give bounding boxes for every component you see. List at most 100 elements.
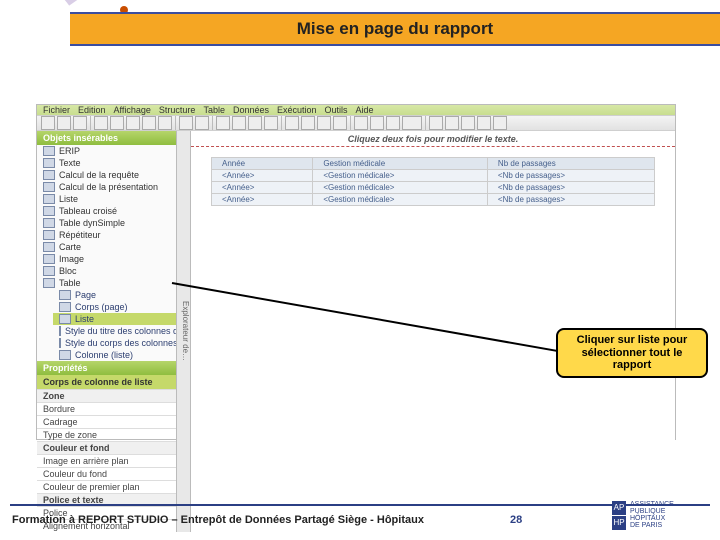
border-icon[interactable] [445, 116, 459, 130]
menu-item[interactable]: Table [203, 105, 225, 115]
table-cell[interactable]: <Gestion médicale> [313, 194, 488, 206]
toolbar [37, 115, 675, 131]
properties-panel: Zone Bordure Cadrage Type de zone Couleu… [37, 389, 176, 532]
tree-label: Carte [59, 242, 81, 252]
item-icon [43, 146, 55, 156]
style-icon [59, 338, 61, 348]
table-icon [43, 218, 55, 228]
footer-text: Formation à REPORT STUDIO – Entrepôt de … [0, 514, 424, 526]
tree-label: Texte [59, 158, 81, 168]
tree-item[interactable]: Tableau croisé [37, 205, 176, 217]
copy-icon[interactable] [110, 116, 124, 130]
sort-icon[interactable] [264, 116, 278, 130]
italic-icon[interactable] [370, 116, 384, 130]
tree-item[interactable]: Style du titre des colonnes de la liste [53, 325, 176, 337]
undo-icon[interactable] [142, 116, 156, 130]
tree-item[interactable]: Carte [37, 241, 176, 253]
calc-icon [43, 182, 55, 192]
bold-icon[interactable] [354, 116, 368, 130]
prop-row[interactable]: Cadrage [37, 416, 176, 428]
table-icon[interactable] [216, 116, 230, 130]
prop-row[interactable]: Image en arrière plan [37, 455, 176, 467]
lock-icon[interactable] [461, 116, 475, 130]
tree-item[interactable]: Bloc [37, 265, 176, 277]
font-icon[interactable] [402, 116, 422, 130]
tree-item[interactable]: Style du corps des colonnes de la liste [53, 337, 176, 349]
preview-icon[interactable] [195, 116, 209, 130]
cut-icon[interactable] [94, 116, 108, 130]
tree-item[interactable]: Page [53, 289, 176, 301]
prop-row[interactable]: Bordure [37, 403, 176, 415]
vertical-tab[interactable]: Explorateur de… [177, 131, 191, 532]
tree-item[interactable]: Colonne (liste) [53, 349, 176, 361]
menubar[interactable]: Fichier Edition Affichage Structure Tabl… [37, 105, 675, 115]
menu-item[interactable]: Exécution [277, 105, 317, 115]
menu-item[interactable]: Fichier [43, 105, 70, 115]
filter-icon[interactable] [248, 116, 262, 130]
format-icon[interactable] [317, 116, 331, 130]
open-icon[interactable] [57, 116, 71, 130]
col-header[interactable]: Gestion médicale [313, 158, 488, 170]
underline-icon[interactable] [386, 116, 400, 130]
tree-label: Page [75, 290, 96, 300]
separator [90, 116, 91, 130]
tree-label: ERIP [59, 146, 80, 156]
page-title: Mise en page du rapport [297, 19, 493, 39]
save-icon[interactable] [73, 116, 87, 130]
report-list[interactable]: Année Gestion médicale Nb de passages <A… [211, 157, 655, 206]
col-header[interactable]: Nb de passages [487, 158, 654, 170]
tree-item[interactable]: Liste [37, 193, 176, 205]
table-cell[interactable]: <Gestion médicale> [313, 182, 488, 194]
tree-item[interactable]: Calcul de la requête [37, 169, 176, 181]
tree-label: Liste [75, 314, 94, 324]
style-icon [59, 326, 61, 336]
repeater-icon [43, 230, 55, 240]
tree-item[interactable]: Texte [37, 157, 176, 169]
tree-item-liste[interactable]: Liste [53, 313, 176, 325]
sum-icon[interactable] [301, 116, 315, 130]
tree-item[interactable]: ERIP [37, 145, 176, 157]
chart-icon[interactable] [232, 116, 246, 130]
zoom-icon[interactable] [477, 116, 491, 130]
prop-row[interactable]: Couleur du fond [37, 468, 176, 480]
align-icon[interactable] [333, 116, 347, 130]
menu-item[interactable]: Affichage [114, 105, 151, 115]
menu-item[interactable]: Aide [356, 105, 374, 115]
table-cell[interactable]: <Année> [212, 170, 313, 182]
table-cell[interactable]: <Nb de passages> [487, 182, 654, 194]
paste-icon[interactable] [126, 116, 140, 130]
tree-item[interactable]: Image [37, 253, 176, 265]
callout-note: Cliquer sur liste pour sélectionner tout… [556, 328, 708, 378]
table-cell[interactable]: <Gestion médicale> [313, 170, 488, 182]
left-panel: Objets insérables ERIP Texte Calcul de l… [37, 131, 177, 532]
prop-row[interactable]: Type de zone [37, 429, 176, 441]
canvas-hint[interactable]: Cliquez deux fois pour modifier le texte… [191, 131, 675, 147]
tree-item[interactable]: Calcul de la présentation [37, 181, 176, 193]
tree-item[interactable]: Table [37, 277, 176, 289]
table-cell[interactable]: <Année> [212, 182, 313, 194]
menu-item[interactable]: Données [233, 105, 269, 115]
menu-item[interactable]: Edition [78, 105, 106, 115]
menu-item[interactable]: Outils [325, 105, 348, 115]
logo-icon: HP [612, 516, 626, 530]
separator [212, 116, 213, 130]
table-cell[interactable]: <Année> [212, 194, 313, 206]
color-icon[interactable] [429, 116, 443, 130]
run-icon[interactable] [179, 116, 193, 130]
footer-rule [10, 504, 710, 506]
title-banner: Mise en page du rapport [70, 12, 720, 46]
group-icon[interactable] [285, 116, 299, 130]
tree-item[interactable]: Table dynSimple [37, 217, 176, 229]
redo-icon[interactable] [158, 116, 172, 130]
menu-item[interactable]: Structure [159, 105, 196, 115]
tree-item[interactable]: Répétiteur [37, 229, 176, 241]
new-icon[interactable] [41, 116, 55, 130]
tree-label: Calcul de la requête [59, 170, 139, 180]
help-icon[interactable] [493, 116, 507, 130]
prop-row[interactable]: Couleur de premier plan [37, 481, 176, 493]
table-cell[interactable]: <Nb de passages> [487, 170, 654, 182]
col-header[interactable]: Année [212, 158, 313, 170]
table-cell[interactable]: <Nb de passages> [487, 194, 654, 206]
logo-text: ASSISTANCE PUBLIQUE HÔPITAUX DE PARIS [630, 501, 674, 529]
tree-item[interactable]: Corps (page) [53, 301, 176, 313]
